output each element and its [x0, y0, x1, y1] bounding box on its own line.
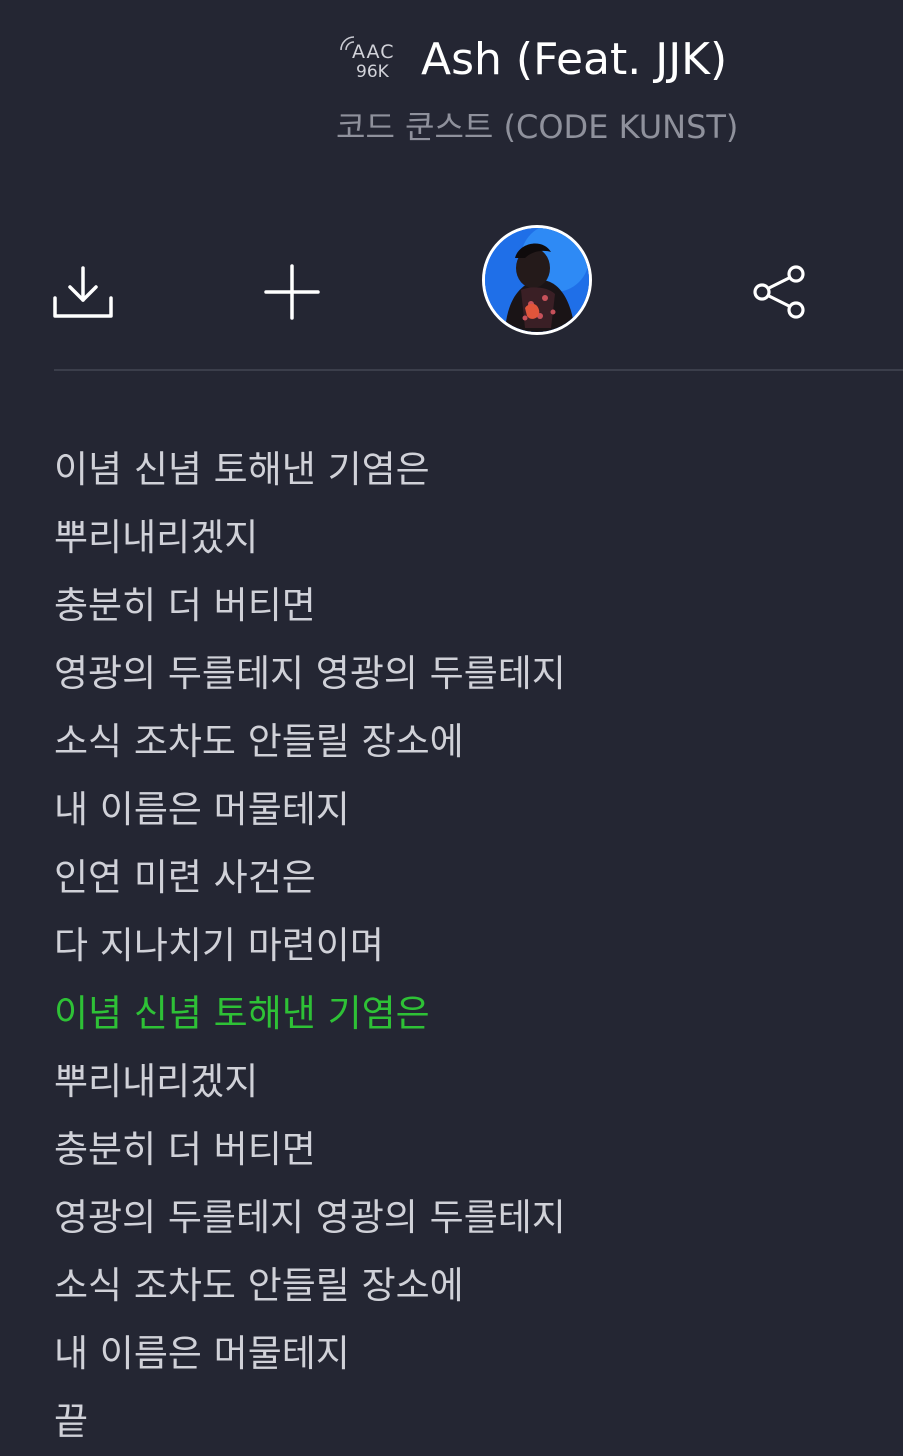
- download-icon[interactable]: [50, 262, 116, 322]
- track-header: AAC 96K Ash (Feat. JJK) 코드 쿤스트 (CODE KUN…: [0, 0, 903, 180]
- lyric-line[interactable]: 내 이름은 머물테지: [54, 776, 903, 844]
- lyric-line[interactable]: 영광의 두를테지 영광의 두를테지: [54, 1184, 903, 1252]
- lyric-line[interactable]: 내 이름은 머물테지: [54, 1320, 903, 1388]
- lyric-line[interactable]: 이념 신념 토해낸 기염은: [54, 436, 903, 504]
- lyric-line[interactable]: 충분히 더 버티면: [54, 1116, 903, 1184]
- plus-icon[interactable]: [262, 262, 322, 322]
- artist-photo: [485, 228, 589, 332]
- bitrate-label: 96K: [356, 62, 389, 82]
- lyric-line-current[interactable]: 이념 신념 토해낸 기염은: [54, 980, 903, 1048]
- lyric-line[interactable]: 소식 조차도 안들릴 장소에: [54, 708, 903, 776]
- artist-avatar[interactable]: [482, 225, 592, 335]
- lyric-line[interactable]: 끝: [54, 1388, 903, 1456]
- lyrics-list[interactable]: 이념 신념 토해낸 기염은 뿌리내리겠지 충분히 더 버티면 영광의 두를테지 …: [54, 436, 903, 1456]
- codec-label: AAC: [352, 41, 395, 63]
- lyric-line[interactable]: 뿌리내리겠지: [54, 1048, 903, 1116]
- share-icon[interactable]: [750, 262, 810, 322]
- lyric-line[interactable]: 다 지나치기 마련이며: [54, 912, 903, 980]
- artist-name[interactable]: 코드 쿤스트 (CODE KUNST): [336, 106, 738, 148]
- audio-quality-badge: AAC 96K: [338, 34, 402, 86]
- lyric-line[interactable]: 충분히 더 버티면: [54, 572, 903, 640]
- lyric-line[interactable]: 뿌리내리겠지: [54, 504, 903, 572]
- lyric-line[interactable]: 소식 조차도 안들릴 장소에: [54, 1252, 903, 1320]
- action-bar: [0, 220, 903, 350]
- lyric-line[interactable]: 인연 미련 사건은: [54, 844, 903, 912]
- section-divider: [54, 369, 903, 371]
- song-title: Ash (Feat. JJK): [421, 34, 728, 85]
- lyric-line[interactable]: 영광의 두를테지 영광의 두를테지: [54, 640, 903, 708]
